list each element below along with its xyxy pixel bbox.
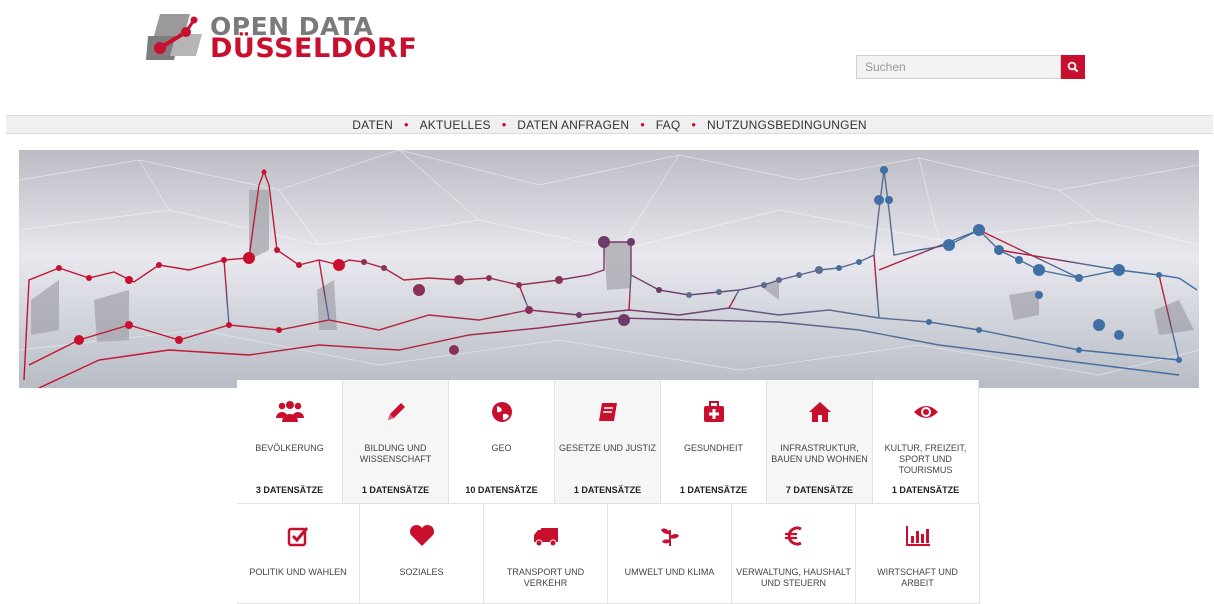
search-icon <box>1067 61 1079 73</box>
nav-item-daten-anfragen[interactable]: DATEN ANFRAGEN <box>517 118 629 132</box>
category-label: KULTUR, FREIZEIT, SPORT UND TOURISMUS <box>884 443 967 475</box>
category-soziales[interactable]: SOZIALES <box>360 504 484 604</box>
category-bildung-und-wissenschaft[interactable]: BILDUNG UND WISSENSCHAFT 1 DATENSÄTZE <box>343 380 449 504</box>
category-gesetze-und-justiz[interactable]: GESETZE UND JUSTIZ 1 DATENSÄTZE <box>555 380 661 504</box>
globe-icon <box>491 402 512 422</box>
pencil-icon <box>387 403 405 420</box>
nav-item-aktuelles[interactable]: AKTUELLES <box>420 118 491 132</box>
category-infrastruktur[interactable]: INFRASTRUKTUR, BAUEN UND WOHNEN 7 DATENS… <box>767 380 873 504</box>
skyline-illustration <box>19 150 1199 388</box>
logo[interactable]: OPEN DATA DÜSSELDORF <box>146 12 417 72</box>
dataset-count: 1 DATENSÄTZE <box>679 485 748 495</box>
checkbox-icon <box>287 527 309 547</box>
category-label: WIRTSCHAFT UND ARBEIT <box>877 567 958 588</box>
category-label: POLITIK UND WAHLEN <box>249 567 347 577</box>
book-icon <box>598 403 617 421</box>
users-icon <box>275 401 304 422</box>
truck-icon <box>533 528 558 547</box>
nav-separator: • <box>501 116 507 132</box>
search-bar <box>856 55 1085 79</box>
category-wirtschaft-und-arbeit[interactable]: WIRTSCHAFT UND ARBEIT <box>856 504 980 604</box>
hero-banner <box>19 150 1199 388</box>
category-politik-und-wahlen[interactable]: POLITIK UND WAHLEN <box>237 504 360 604</box>
dataset-count: 1 DATENSÄTZE <box>891 485 960 495</box>
category-transport-und-verkehr[interactable]: TRANSPORT UND VERKEHR <box>484 504 608 604</box>
dataset-count: 10 DATENSÄTZE <box>465 485 538 495</box>
nav-item-faq[interactable]: FAQ <box>656 118 681 132</box>
home-icon <box>808 402 831 422</box>
category-label: VERWALTUNG, HAUSHALT UND STEUERN <box>736 567 851 588</box>
medkit-icon <box>703 401 724 422</box>
category-label: SOZIALES <box>399 567 444 577</box>
category-label: GESUNDHEIT <box>683 443 743 453</box>
dataset-count: 1 DATENSÄTZE <box>361 485 430 495</box>
category-kultur[interactable]: KULTUR, FREIZEIT, SPORT UND TOURISMUS 1 … <box>873 380 979 504</box>
category-label: BEVÖLKERUNG <box>255 443 324 453</box>
dataset-count: 1 DATENSÄTZE <box>573 485 642 495</box>
category-gesundheit[interactable]: GESUNDHEIT 1 DATENSÄTZE <box>661 380 767 504</box>
euro-icon <box>784 526 802 546</box>
category-label: GESETZE UND JUSTIZ <box>559 443 657 453</box>
nav-separator: • <box>640 116 645 132</box>
dataset-count: 7 DATENSÄTZE <box>785 485 854 495</box>
logo-line-2: DÜSSELDORF <box>210 33 418 64</box>
category-bevoelkerung[interactable]: BEVÖLKERUNG 3 DATENSÄTZE <box>237 380 343 504</box>
category-label: GEO <box>491 443 512 453</box>
category-label: INFRASTRUKTUR, BAUEN UND WOHNEN <box>771 443 868 464</box>
category-umwelt-und-klima[interactable]: UMWELT UND KLIMA <box>608 504 732 604</box>
bar-chart-icon <box>905 526 930 546</box>
category-label: UMWELT UND KLIMA <box>624 567 715 577</box>
nav-item-daten[interactable]: DATEN <box>352 118 393 132</box>
logo-mark-icon <box>146 14 202 60</box>
category-label: BILDUNG UND WISSENSCHAFT <box>359 443 432 464</box>
leaf-icon <box>660 528 679 546</box>
nav-item-nutzungsbedingungen[interactable]: NUTZUNGSBEDINGUNGEN <box>707 118 867 132</box>
nav-separator: • <box>404 116 409 132</box>
search-input[interactable] <box>856 55 1061 79</box>
heart-icon <box>409 524 434 546</box>
main-nav: DATEN • AKTUELLES • DATEN ANFRAGEN • FAQ… <box>6 115 1213 134</box>
category-label: TRANSPORT UND VERKEHR <box>506 567 585 588</box>
search-button[interactable] <box>1061 55 1085 79</box>
category-geo[interactable]: GEO 10 DATENSÄTZE <box>449 380 555 504</box>
category-verwaltung[interactable]: VERWALTUNG, HAUSHALT UND STEUERN <box>732 504 856 604</box>
eye-icon <box>913 406 938 418</box>
nav-separator: • <box>691 116 696 132</box>
dataset-count: 3 DATENSÄTZE <box>255 485 324 495</box>
